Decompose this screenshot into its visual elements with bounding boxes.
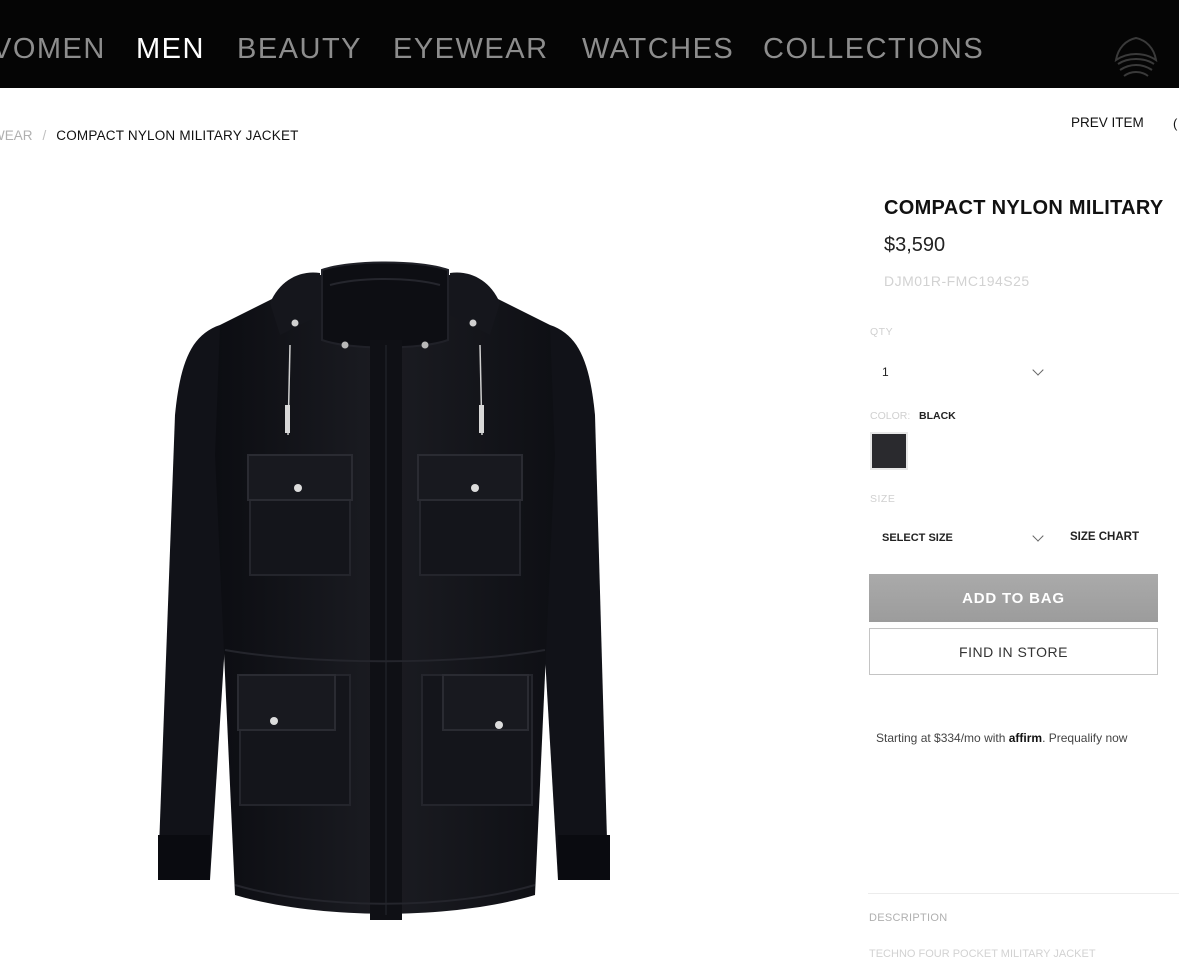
- size-label: SIZE: [870, 493, 896, 505]
- product-title: COMPACT NYLON MILITARY: [884, 197, 1164, 219]
- size-value: SELECT SIZE: [882, 532, 953, 544]
- breadcrumb-separator: /: [42, 128, 47, 143]
- product-price: $3,590: [884, 234, 946, 256]
- prequalify-link[interactable]: . Prequalify now: [1042, 731, 1127, 745]
- size-select[interactable]: SELECT SIZE: [870, 524, 1050, 552]
- nav-item-women[interactable]: VOMEN: [0, 30, 106, 68]
- breadcrumb-current: COMPACT NYLON MILITARY JACKET: [56, 128, 299, 143]
- size-chart-link[interactable]: SIZE CHART: [1070, 531, 1139, 543]
- nav-item-men[interactable]: MEN: [136, 30, 205, 68]
- breadcrumb: WEAR / COMPACT NYLON MILITARY JACKET: [0, 128, 299, 143]
- add-to-bag-button[interactable]: ADD TO BAG: [869, 574, 1158, 622]
- qty-label: QTY: [870, 326, 894, 338]
- affirm-logo: affirm: [1008, 731, 1043, 745]
- next-item-edge[interactable]: (: [1173, 116, 1179, 131]
- top-navigation: VOMEN MEN BEAUTY EYEWEAR WATCHES COLLECT…: [0, 0, 1179, 88]
- product-sku: DJM01R-FMC194S25: [884, 273, 1030, 289]
- nav-item-beauty[interactable]: BEAUTY: [237, 30, 362, 68]
- chevron-down-icon: [1032, 530, 1044, 542]
- nav-item-collections[interactable]: COLLECTIONS: [763, 30, 984, 68]
- qty-select[interactable]: 1: [870, 358, 1050, 386]
- eagle-logo-icon[interactable]: [1108, 34, 1164, 86]
- breadcrumb-previous[interactable]: WEAR: [0, 128, 33, 143]
- chevron-down-icon: [1032, 364, 1044, 376]
- prev-item-link[interactable]: PREV ITEM: [1071, 115, 1144, 130]
- qty-value: 1: [882, 365, 889, 379]
- affirm-text: Starting at $334/mo with: [876, 731, 1006, 745]
- nav-item-eyewear[interactable]: EYEWEAR: [393, 30, 549, 68]
- divider: [868, 893, 1179, 894]
- description-label[interactable]: DESCRIPTION: [869, 912, 947, 924]
- affirm-financing: Starting at $334/mo with affirm. Prequal…: [876, 731, 1127, 745]
- find-in-store-button[interactable]: FIND IN STORE: [869, 628, 1158, 675]
- color-label: COLOR:: [870, 410, 911, 422]
- color-value: BLACK: [919, 410, 956, 422]
- description-text: TECHNO FOUR POCKET MILITARY JACKET: [869, 948, 1096, 960]
- color-swatch-black[interactable]: [870, 432, 908, 470]
- nav-item-watches[interactable]: WATCHES: [582, 30, 734, 68]
- jacket-product-image: [158, 261, 610, 920]
